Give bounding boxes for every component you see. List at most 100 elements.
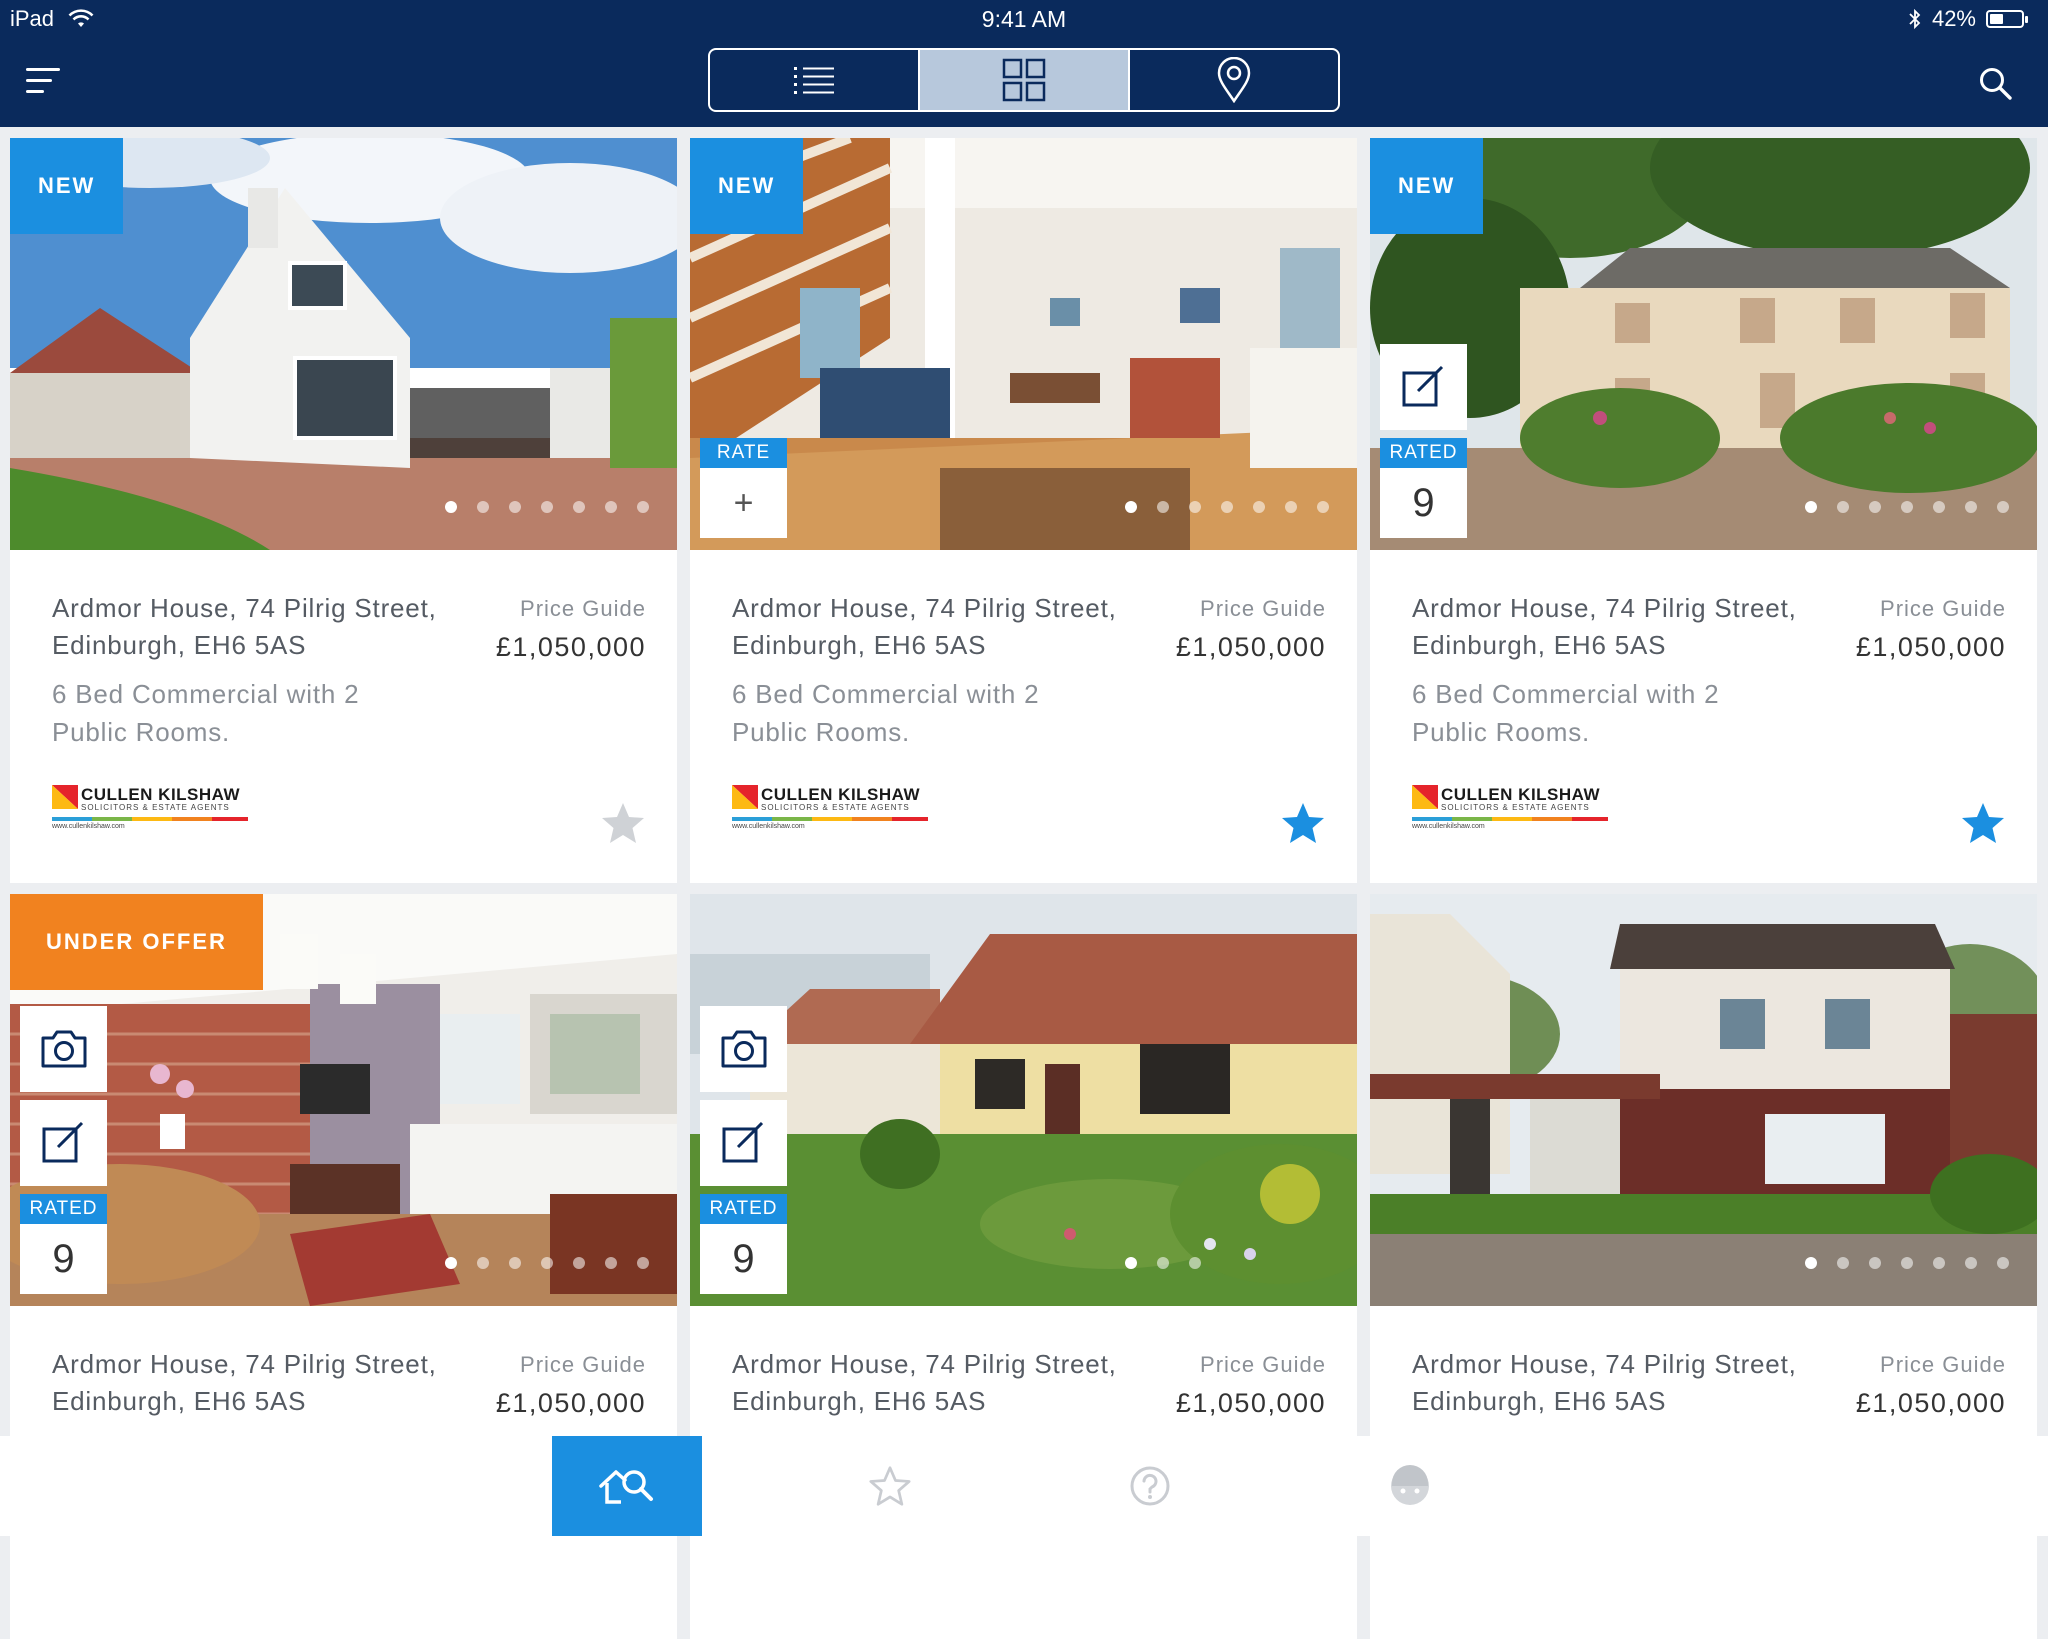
status-bar: iPad 9:41 AM 42% [0,0,2048,40]
listing-price: £1,050,000 [495,632,646,662]
pagination-dot [541,501,553,513]
photo-illustration [690,894,1357,1306]
list-icon [794,67,834,94]
favourite-star-icon[interactable] [599,800,647,848]
pagination-dot [605,1257,617,1269]
favourite-star-icon[interactable] [1279,800,1327,848]
menu-line [26,90,44,93]
price-guide-label: Price Guide [1880,1352,2006,1377]
pagination-dot [445,501,457,513]
photo-pagination [1805,501,2009,513]
favourite-star-icon[interactable] [1959,800,2007,848]
agent-logo[interactable]: CULLEN KILSHAW SOLICITORS & ESTATE AGENT… [1412,785,1612,835]
listing-address: Ardmor House, 74 Pilrig Street, Edinburg… [52,1349,437,1416]
grid-view-button[interactable] [918,50,1128,110]
tab-help[interactable] [1075,1436,1225,1536]
listing-address: Ardmor House, 74 Pilrig Street, Edinburg… [52,593,437,660]
camera-icon [41,1030,86,1068]
pagination-dot [1965,501,1977,513]
rated-label: RATED [1380,438,1467,468]
property-photo[interactable] [1370,894,2037,1306]
property-photo[interactable]: NEW RATE + [690,138,1357,550]
menu-line [26,68,60,71]
tab-profile[interactable] [1335,1436,1485,1536]
agent-logo-mark [52,785,78,809]
agent-tagline: SOLICITORS & ESTATE AGENTS [761,803,910,812]
price-guide-label: Price Guide [1880,596,2006,621]
note-edit-icon [1402,365,1443,407]
pagination-dot [1157,1257,1169,1269]
pagination-dot [477,501,489,513]
property-photo[interactable]: NEW RATED 9 [1370,138,2037,550]
agent-logo[interactable]: CULLEN KILSHAW SOLICITORS & ESTATE AGENT… [52,785,252,835]
agent-url: www.cullenkilshaw.com [732,823,805,830]
listing-price: £1,050,000 [495,1388,646,1418]
agent-tagline: SOLICITORS & ESTATE AGENTS [1441,803,1590,812]
rate-add-button[interactable]: + [700,468,787,538]
star-outline-icon [869,1466,911,1506]
tab-property-search[interactable] [552,1436,702,1536]
pagination-dot [1125,1257,1137,1269]
note-edit-icon [42,1121,83,1163]
list-view-button[interactable] [710,50,918,110]
bluetooth-icon [1909,8,1921,30]
property-photo[interactable]: NEW [10,138,677,550]
pagination-dot [509,501,521,513]
price-guide-label: Price Guide [520,1352,646,1377]
rated-label: RATED [700,1194,787,1224]
search-button[interactable] [1978,66,2014,102]
photo-pagination [445,501,649,513]
home-search-icon [599,1470,653,1504]
note-button[interactable] [1380,344,1467,430]
under-offer-badge: UNDER OFFER [10,894,263,990]
listing-price: £1,050,000 [1855,632,2006,662]
pagination-dot [1805,1257,1817,1269]
agent-name: CULLEN KILSHAW [81,785,241,804]
bottom-tab-bar [0,1436,2048,1536]
agent-logo[interactable]: CULLEN KILSHAW SOLICITORS & ESTATE AGENT… [732,785,932,835]
pagination-dot [573,1257,585,1269]
pagination-dot [1253,501,1265,513]
agent-logo-stripe [732,817,928,821]
agent-url: www.cullenkilshaw.com [1412,823,1485,830]
agent-name: CULLEN KILSHAW [761,785,921,804]
top-bar: iPad 9:41 AM 42% [0,0,2048,127]
pagination-dot [1869,1257,1881,1269]
property-photo[interactable]: UNDER OFFER RATED 9 [10,894,677,1306]
photo-pagination [1125,1257,1201,1269]
rating-value[interactable]: 9 [700,1224,787,1294]
listing-description: 6 Bed Commercial with 2 Public Rooms. [1412,679,1720,747]
photo-button[interactable] [700,1006,787,1092]
pagination-dot [1869,501,1881,513]
listing-card[interactable]: NEW RATED 9 Ardmor House, 74 Pilrig Stre… [1370,138,2037,883]
battery-percent: 42% [1931,6,1976,31]
battery-icon [1986,10,2028,28]
agent-logo-mark [1412,785,1438,809]
note-button[interactable] [700,1100,787,1186]
photo-button[interactable] [20,1006,107,1092]
photo-pagination [1125,501,1329,513]
listing-price: £1,050,000 [1855,1388,2006,1418]
pagination-dot [605,501,617,513]
listing-card[interactable]: NEW RATE + Ardmor House, 74 Pilrig Stree… [690,138,1357,883]
new-badge: NEW [690,138,804,234]
new-badge: NEW [1370,138,1484,234]
listing-description: 6 Bed Commercial with 2 Public Rooms. [732,679,1040,747]
help-circle-icon [1130,1466,1170,1506]
rating-value[interactable]: 9 [20,1224,107,1294]
listing-card[interactable]: NEW Ardmor House, 74 Pilrig Street, Edin… [10,138,677,883]
property-photo[interactable]: RATED 9 [690,894,1357,1306]
note-button[interactable] [20,1100,107,1186]
pagination-dot [1285,501,1297,513]
rating-value[interactable]: 9 [1380,468,1467,538]
pagination-dot [1997,501,2009,513]
listing-info: Ardmor House, 74 Pilrig Street, Edinburg… [1370,550,2037,883]
price-guide-label: Price Guide [1200,1352,1326,1377]
pagination-dot [1157,501,1169,513]
pagination-dot [509,1257,521,1269]
map-view-button[interactable] [1128,50,1338,110]
photo-pagination [1805,1257,2009,1269]
pagination-dot [477,1257,489,1269]
menu-button[interactable] [26,66,62,96]
tab-favourites[interactable] [815,1436,965,1536]
